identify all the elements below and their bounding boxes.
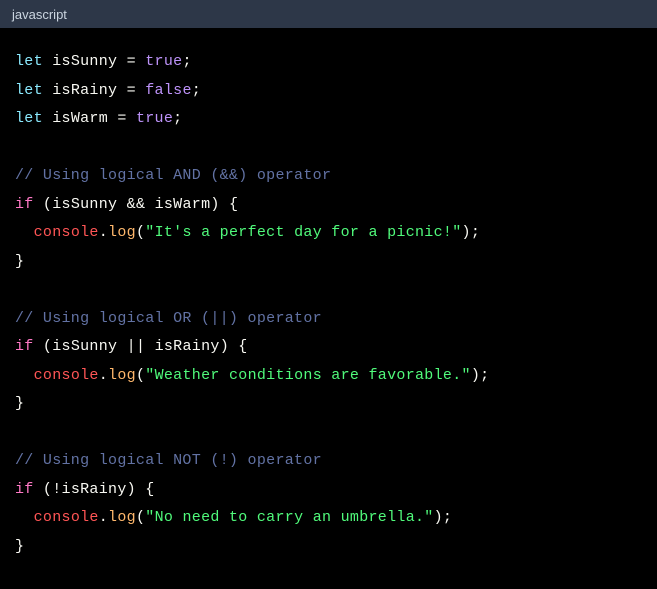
code-token: log	[108, 509, 136, 526]
code-token: isWarm	[52, 110, 108, 127]
code-token: (	[136, 367, 145, 384]
code-token: .	[99, 509, 108, 526]
code-token: =	[117, 53, 145, 70]
code-block: let isSunny = true;let isRainy = false;l…	[0, 28, 657, 581]
code-token: }	[15, 538, 24, 555]
code-token: console	[34, 367, 99, 384]
code-token: if	[15, 338, 34, 355]
code-token: isSunny	[52, 338, 117, 355]
code-line: if (isSunny || isRainy) {	[15, 333, 642, 362]
code-line: }	[15, 390, 642, 419]
code-line: if (isSunny && isWarm) {	[15, 191, 642, 220]
code-token: (!	[34, 481, 62, 498]
code-token: // Using logical NOT (!) operator	[15, 452, 322, 469]
code-token: (	[136, 224, 145, 241]
code-line	[15, 134, 642, 163]
language-label: javascript	[12, 7, 67, 22]
code-token: let	[15, 110, 52, 127]
code-token: log	[108, 224, 136, 241]
code-token: false	[145, 82, 192, 99]
code-line: // Using logical NOT (!) operator	[15, 447, 642, 476]
code-token: }	[15, 253, 24, 270]
code-line: console.log("It's a perfect day for a pi…	[15, 219, 642, 248]
code-token: "No need to carry an umbrella."	[145, 509, 433, 526]
code-token: ;	[182, 53, 191, 70]
code-token: =	[108, 110, 136, 127]
language-header: javascript	[0, 0, 657, 28]
code-token: ;	[173, 110, 182, 127]
code-token: }	[15, 395, 24, 412]
code-token: console	[34, 224, 99, 241]
code-token: );	[462, 224, 481, 241]
code-token: "It's a perfect day for a picnic!"	[145, 224, 461, 241]
code-line: // Using logical AND (&&) operator	[15, 162, 642, 191]
code-line: let isWarm = true;	[15, 105, 642, 134]
code-token: log	[108, 367, 136, 384]
code-token: .	[99, 367, 108, 384]
code-token: // Using logical OR (||) operator	[15, 310, 322, 327]
code-token: // Using logical AND (&&) operator	[15, 167, 331, 184]
code-token: let	[15, 82, 52, 99]
code-line: }	[15, 533, 642, 562]
code-token	[15, 224, 34, 241]
code-token: ) {	[210, 196, 238, 213]
code-token: isRainy	[62, 481, 127, 498]
code-token	[15, 367, 34, 384]
code-token: true	[145, 53, 182, 70]
code-token: (	[34, 338, 53, 355]
code-token: );	[471, 367, 490, 384]
code-token: let	[15, 53, 52, 70]
code-token: if	[15, 481, 34, 498]
code-token: ;	[192, 82, 201, 99]
code-line: if (!isRainy) {	[15, 476, 642, 505]
code-line: console.log("No need to carry an umbrell…	[15, 504, 642, 533]
code-token: isRainy	[52, 82, 117, 99]
code-line: // Using logical OR (||) operator	[15, 305, 642, 334]
code-line: }	[15, 248, 642, 277]
code-token: if	[15, 196, 34, 213]
code-token: );	[434, 509, 453, 526]
code-line: let isSunny = true;	[15, 48, 642, 77]
code-token: =	[117, 82, 145, 99]
code-token	[15, 509, 34, 526]
code-token: ) {	[127, 481, 155, 498]
code-token: isSunny	[52, 196, 117, 213]
code-token: "Weather conditions are favorable."	[145, 367, 471, 384]
code-token: isSunny	[52, 53, 117, 70]
code-line	[15, 419, 642, 448]
code-token: isRainy	[155, 338, 220, 355]
code-token: ||	[117, 338, 154, 355]
code-token: (	[34, 196, 53, 213]
code-line: let isRainy = false;	[15, 77, 642, 106]
code-line: console.log("Weather conditions are favo…	[15, 362, 642, 391]
code-token: isWarm	[155, 196, 211, 213]
code-token: (	[136, 509, 145, 526]
code-token: ) {	[220, 338, 248, 355]
code-token: true	[136, 110, 173, 127]
code-token: console	[34, 509, 99, 526]
code-line	[15, 276, 642, 305]
code-token: .	[99, 224, 108, 241]
code-token: &&	[117, 196, 154, 213]
